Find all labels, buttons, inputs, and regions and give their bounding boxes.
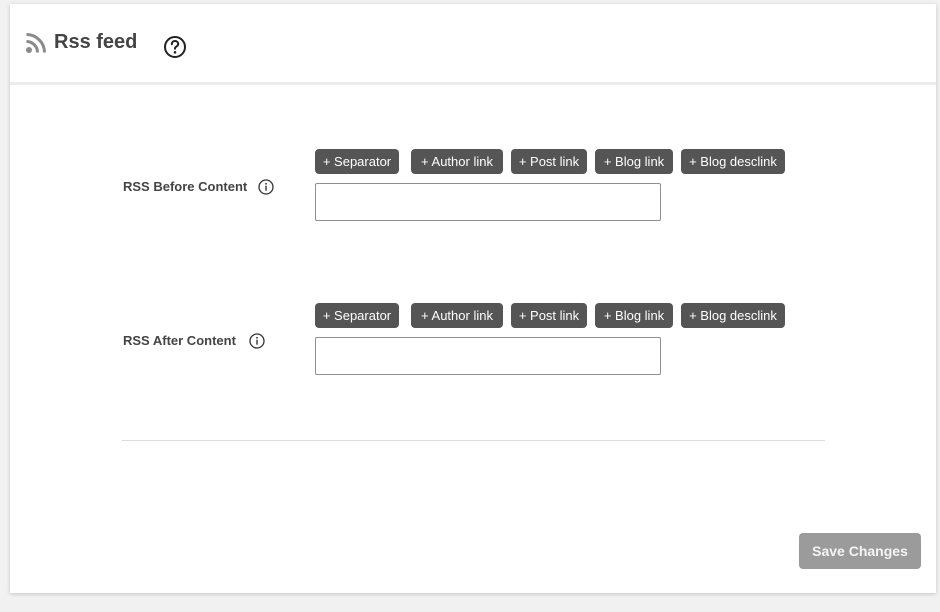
settings-panel: Rss feed RSS Before Content + Separator …: [10, 4, 936, 593]
post-link-tag-button[interactable]: + Post link: [511, 149, 587, 174]
separator-tag-button[interactable]: + Separator: [315, 149, 399, 174]
rss-before-content-input[interactable]: [315, 183, 661, 221]
rss-before-content-label: RSS Before Content: [123, 179, 248, 194]
save-changes-button[interactable]: Save Changes: [799, 533, 921, 569]
rss-after-content-row: RSS After Content + Separator + Author l…: [10, 303, 936, 383]
author-link-tag-button[interactable]: + Author link: [411, 303, 503, 328]
section-divider: [122, 440, 825, 441]
rss-after-content-label: RSS After Content: [123, 333, 236, 348]
blog-desclink-tag-button[interactable]: + Blog desclink: [681, 303, 785, 328]
post-link-tag-button[interactable]: + Post link: [511, 303, 587, 328]
page-title: Rss feed: [54, 31, 138, 53]
blog-link-tag-button[interactable]: + Blog link: [595, 303, 673, 328]
blog-link-tag-button[interactable]: + Blog link: [595, 149, 673, 174]
panel-header: Rss feed: [10, 4, 936, 85]
info-circle-icon[interactable]: [258, 179, 274, 195]
author-link-tag-button[interactable]: + Author link: [411, 149, 503, 174]
rss-before-content-row: RSS Before Content + Separator + Author …: [10, 149, 936, 229]
rss-after-content-input[interactable]: [315, 337, 661, 375]
separator-tag-button[interactable]: + Separator: [315, 303, 399, 328]
question-circle-icon[interactable]: [163, 35, 187, 59]
blog-desclink-tag-button[interactable]: + Blog desclink: [681, 149, 785, 174]
info-circle-icon[interactable]: [249, 333, 265, 349]
rss-feed-icon: [25, 32, 47, 54]
